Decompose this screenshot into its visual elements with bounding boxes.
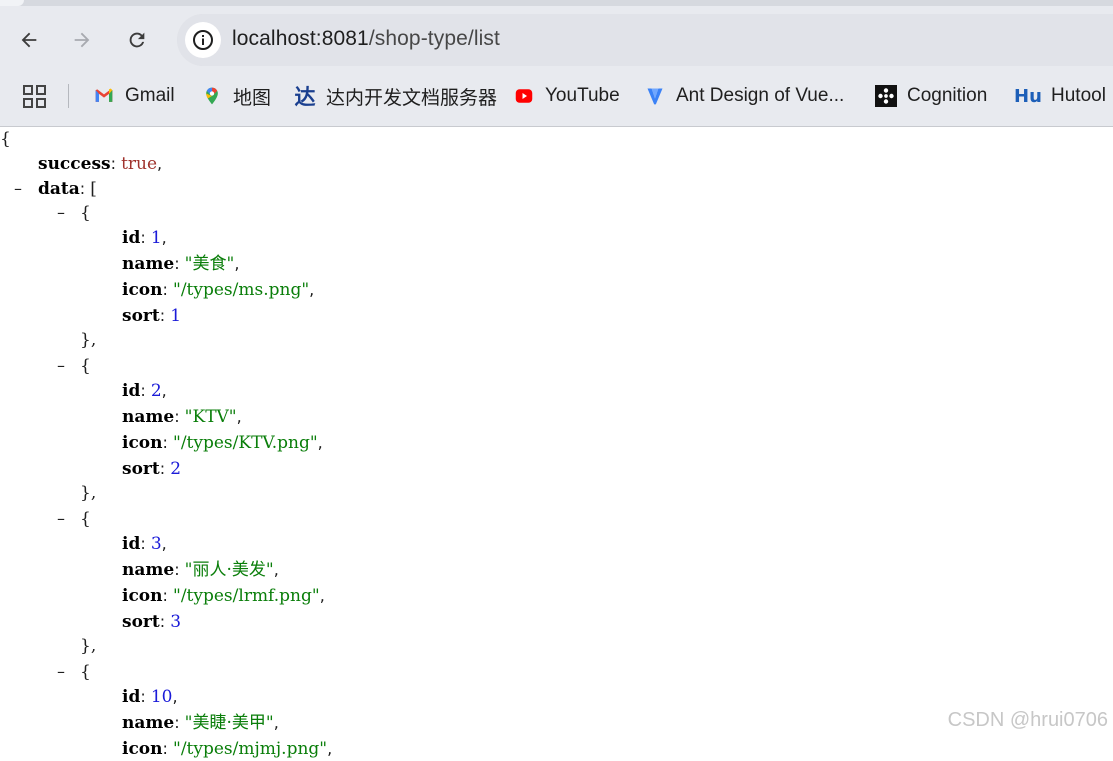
- bookmark-label: Cognition: [907, 85, 988, 106]
- back-button[interactable]: [11, 22, 47, 58]
- bookmark-youtube[interactable]: YouTube: [512, 82, 620, 110]
- json-item-open: {: [80, 356, 91, 376]
- json-viewer: { success: true, – data: [ – { id: 1, na…: [0, 127, 1113, 759]
- json-key: success: [38, 154, 111, 174]
- json-number: 1: [170, 306, 182, 326]
- url-text[interactable]: localhost:8081/shop-type/list: [232, 27, 500, 51]
- json-row: sort: 1: [122, 306, 182, 326]
- cognition-icon: [874, 84, 898, 108]
- json-row: icon: "/types/ms.png",: [122, 280, 315, 300]
- json-item-close: },: [80, 330, 97, 350]
- json-row: id: 10,: [122, 687, 178, 707]
- json-item-open: {: [80, 203, 91, 223]
- json-row: name: "丽人·美发",: [122, 560, 279, 580]
- arrow-right-icon: [74, 32, 90, 48]
- hutool-icon: Hu: [1014, 85, 1042, 107]
- bookmark-cognition[interactable]: Cognition: [874, 82, 987, 110]
- json-number: 2: [150, 381, 162, 401]
- collapse-toggle-item[interactable]: –: [57, 354, 65, 378]
- json-data-row: data: [: [38, 179, 97, 199]
- json-item-open: {: [80, 662, 91, 682]
- json-boolean: true: [121, 154, 158, 174]
- maps-icon: [200, 84, 224, 108]
- json-item-close: },: [80, 483, 97, 503]
- json-string: "/types/KTV.png": [173, 433, 318, 453]
- url-path: /shop-type/list: [368, 27, 500, 50]
- json-number: 1: [150, 228, 162, 248]
- json-row: sort: 2: [122, 459, 182, 479]
- json-item-open: {: [80, 509, 91, 529]
- json-item-close: },: [80, 636, 97, 656]
- json-string: "美睫·美甲": [184, 713, 274, 733]
- json-row: icon: "/types/lrmf.png",: [122, 586, 325, 606]
- json-open-bracket: [: [90, 179, 97, 199]
- browser-toolbar: localhost:8081/shop-type/list Gmail 地图 达…: [0, 0, 1113, 127]
- forward-button[interactable]: [64, 22, 100, 58]
- json-row: name: "美睫·美甲",: [122, 713, 279, 733]
- active-tab-edge: [0, 0, 24, 6]
- collapse-toggle-item[interactable]: –: [57, 660, 65, 684]
- json-row: icon: "/types/mjmj.png",: [122, 739, 333, 759]
- bookmark-gmail[interactable]: Gmail: [92, 82, 175, 110]
- bookmark-label: YouTube: [545, 85, 620, 106]
- gmail-icon: [92, 84, 116, 108]
- youtube-icon: [512, 84, 536, 108]
- json-string: "KTV": [184, 407, 237, 427]
- json-row: sort: 3: [122, 612, 182, 632]
- json-string: "丽人·美发": [184, 560, 274, 580]
- bookmark-separator: [68, 84, 69, 108]
- reload-button[interactable]: [119, 22, 155, 58]
- bookmark-maps[interactable]: 地图: [200, 82, 271, 110]
- json-number: 10: [150, 687, 173, 707]
- tarena-icon: 达: [294, 85, 316, 109]
- json-string: "美食": [184, 254, 235, 274]
- json-row: icon: "/types/KTV.png",: [122, 433, 323, 453]
- bookmark-label: 地图: [233, 87, 272, 109]
- collapse-toggle-data[interactable]: –: [14, 177, 22, 201]
- ant-design-icon: [643, 84, 667, 108]
- reload-icon: [129, 32, 145, 48]
- collapse-toggle-item[interactable]: –: [57, 507, 65, 531]
- csdn-watermark: CSDN @hrui0706: [947, 709, 1108, 731]
- json-row: id: 1,: [122, 228, 167, 248]
- bookmark-label: Ant Design of Vue...: [676, 85, 845, 106]
- url-host: localhost:8081: [232, 27, 369, 50]
- json-success-row: success: true,: [38, 154, 163, 174]
- site-info-button[interactable]: [185, 22, 221, 58]
- bookmark-tarena-docs[interactable]: 达 达内开发文档服务器: [293, 82, 498, 110]
- bookmark-label: Gmail: [125, 85, 175, 106]
- collapse-toggle-item[interactable]: –: [57, 201, 65, 225]
- json-string: "/types/mjmj.png": [173, 739, 328, 759]
- info-icon: [193, 30, 213, 50]
- bookmark-label: Hutool: [1051, 85, 1106, 106]
- json-row: id: 2,: [122, 381, 167, 401]
- json-string: "/types/lrmf.png": [173, 586, 320, 606]
- json-number: 2: [170, 459, 182, 479]
- bookmark-hutool[interactable]: Hu Hutool: [1014, 82, 1106, 110]
- json-number: 3: [150, 534, 162, 554]
- json-number: 3: [170, 612, 182, 632]
- arrow-left-icon: [21, 32, 37, 48]
- bookmark-label: 达内开发文档服务器: [326, 87, 498, 109]
- json-key: data: [38, 179, 80, 199]
- json-string: "/types/ms.png": [173, 280, 310, 300]
- tab-strip: [0, 0, 1113, 6]
- json-open-brace: {: [0, 129, 11, 149]
- apps-grid-icon[interactable]: [22, 84, 48, 110]
- json-row: name: "美食",: [122, 254, 240, 274]
- bookmark-ant-design-vue[interactable]: Ant Design of Vue...: [643, 82, 844, 110]
- json-row: name: "KTV",: [122, 407, 242, 427]
- json-row: id: 3,: [122, 534, 167, 554]
